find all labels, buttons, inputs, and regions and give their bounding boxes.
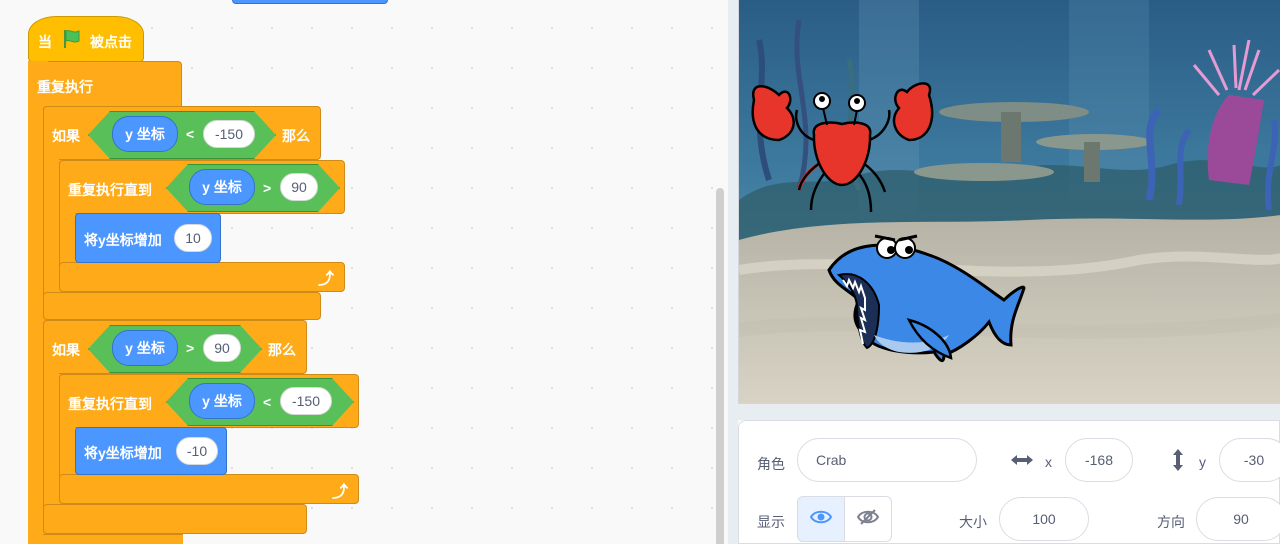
- sprite-name-value: Crab: [816, 452, 847, 468]
- if-2-operator: >: [186, 340, 195, 356]
- eye-icon: [809, 509, 833, 530]
- if-1-then-label: 那么: [282, 128, 310, 144]
- size-value: 100: [1032, 511, 1056, 527]
- if-1-operator: <: [186, 126, 195, 142]
- hat-clicked-text: 被点击: [90, 34, 132, 50]
- if-block-1-bottom: [43, 292, 321, 320]
- y-value: -30: [1243, 452, 1265, 468]
- repeat-until-2-label: 重复执行直到: [68, 396, 152, 412]
- repeat-until-2-bottom: [59, 474, 359, 504]
- code-area[interactable]: 当 被点击 重复执行 如果 y 坐标 < -150 那么 ⤴ 重复执行直到 y …: [0, 0, 728, 544]
- if-2-value-input[interactable]: 90: [203, 334, 241, 362]
- x-value: -168: [1084, 452, 1114, 468]
- stage-canvas: [739, 0, 1280, 403]
- x-input[interactable]: -168: [1065, 438, 1133, 482]
- size-label: 大小: [959, 514, 987, 530]
- y-input[interactable]: -30: [1219, 438, 1280, 482]
- change-y-2-value-input[interactable]: -10: [176, 437, 218, 465]
- y-label: y: [1199, 454, 1206, 470]
- panel-divider: [728, 0, 738, 544]
- if-1-y-reporter[interactable]: y 坐标: [112, 116, 178, 152]
- horizontal-arrows-icon: [1009, 451, 1035, 474]
- repeat-until-1-label: 重复执行直到: [68, 182, 152, 198]
- direction-input[interactable]: 90: [1196, 497, 1280, 541]
- loop-arrow-icon: ⤴: [318, 271, 335, 288]
- loop-arrow-icon: ⤴: [332, 484, 349, 501]
- change-y-2-label: 将y坐标增加: [84, 445, 162, 461]
- size-input[interactable]: 100: [999, 497, 1089, 541]
- when-flag-clicked-block[interactable]: 当 被点击: [28, 16, 144, 62]
- if-2-then-label: 那么: [268, 342, 296, 358]
- if-2-label: 如果: [52, 342, 80, 358]
- x-label: x: [1045, 454, 1052, 470]
- repeat-until-2-operator: <: [263, 394, 272, 410]
- show-sprite-button[interactable]: [797, 496, 845, 542]
- repeat-until-2-y-reporter[interactable]: y 坐标: [189, 383, 255, 419]
- vertical-scrollbar[interactable]: [716, 188, 724, 544]
- repeat-until-1-operator: >: [263, 180, 272, 196]
- if-1-value-input[interactable]: -150: [203, 120, 255, 148]
- change-y-1-label: 将y坐标增加: [84, 232, 162, 248]
- stage-gap: [738, 404, 1280, 420]
- direction-value: 90: [1233, 511, 1249, 527]
- offscreen-block[interactable]: [232, 0, 388, 4]
- eye-slash-icon: [856, 508, 880, 531]
- if-block-2-bottom: [43, 504, 307, 534]
- show-label: 显示: [757, 514, 785, 530]
- repeat-until-1-bottom: [59, 262, 345, 292]
- sprite-info-panel: 角色 Crab x -168 y -30 显示 大小 100 方向 90: [738, 420, 1280, 544]
- sprite-name-input[interactable]: Crab: [797, 438, 977, 482]
- forever-bottom-peek: [43, 534, 183, 544]
- stage[interactable]: [738, 0, 1280, 404]
- green-flag-icon: [61, 28, 83, 55]
- if-1-label: 如果: [52, 128, 80, 144]
- repeat-until-1-y-reporter[interactable]: y 坐标: [189, 169, 255, 205]
- direction-label: 方向: [1157, 514, 1185, 530]
- sprite-label: 角色: [757, 456, 785, 472]
- change-y-1-value-input[interactable]: 10: [174, 224, 212, 252]
- hide-sprite-button[interactable]: [844, 496, 892, 542]
- vertical-arrows-icon: [1169, 447, 1187, 478]
- forever-label: 重复执行: [37, 79, 93, 95]
- repeat-until-1-value-input[interactable]: 90: [280, 173, 318, 201]
- if-2-y-reporter[interactable]: y 坐标: [112, 330, 178, 366]
- hat-when-text: 当: [38, 34, 52, 50]
- repeat-until-2-value-input[interactable]: -150: [280, 387, 332, 415]
